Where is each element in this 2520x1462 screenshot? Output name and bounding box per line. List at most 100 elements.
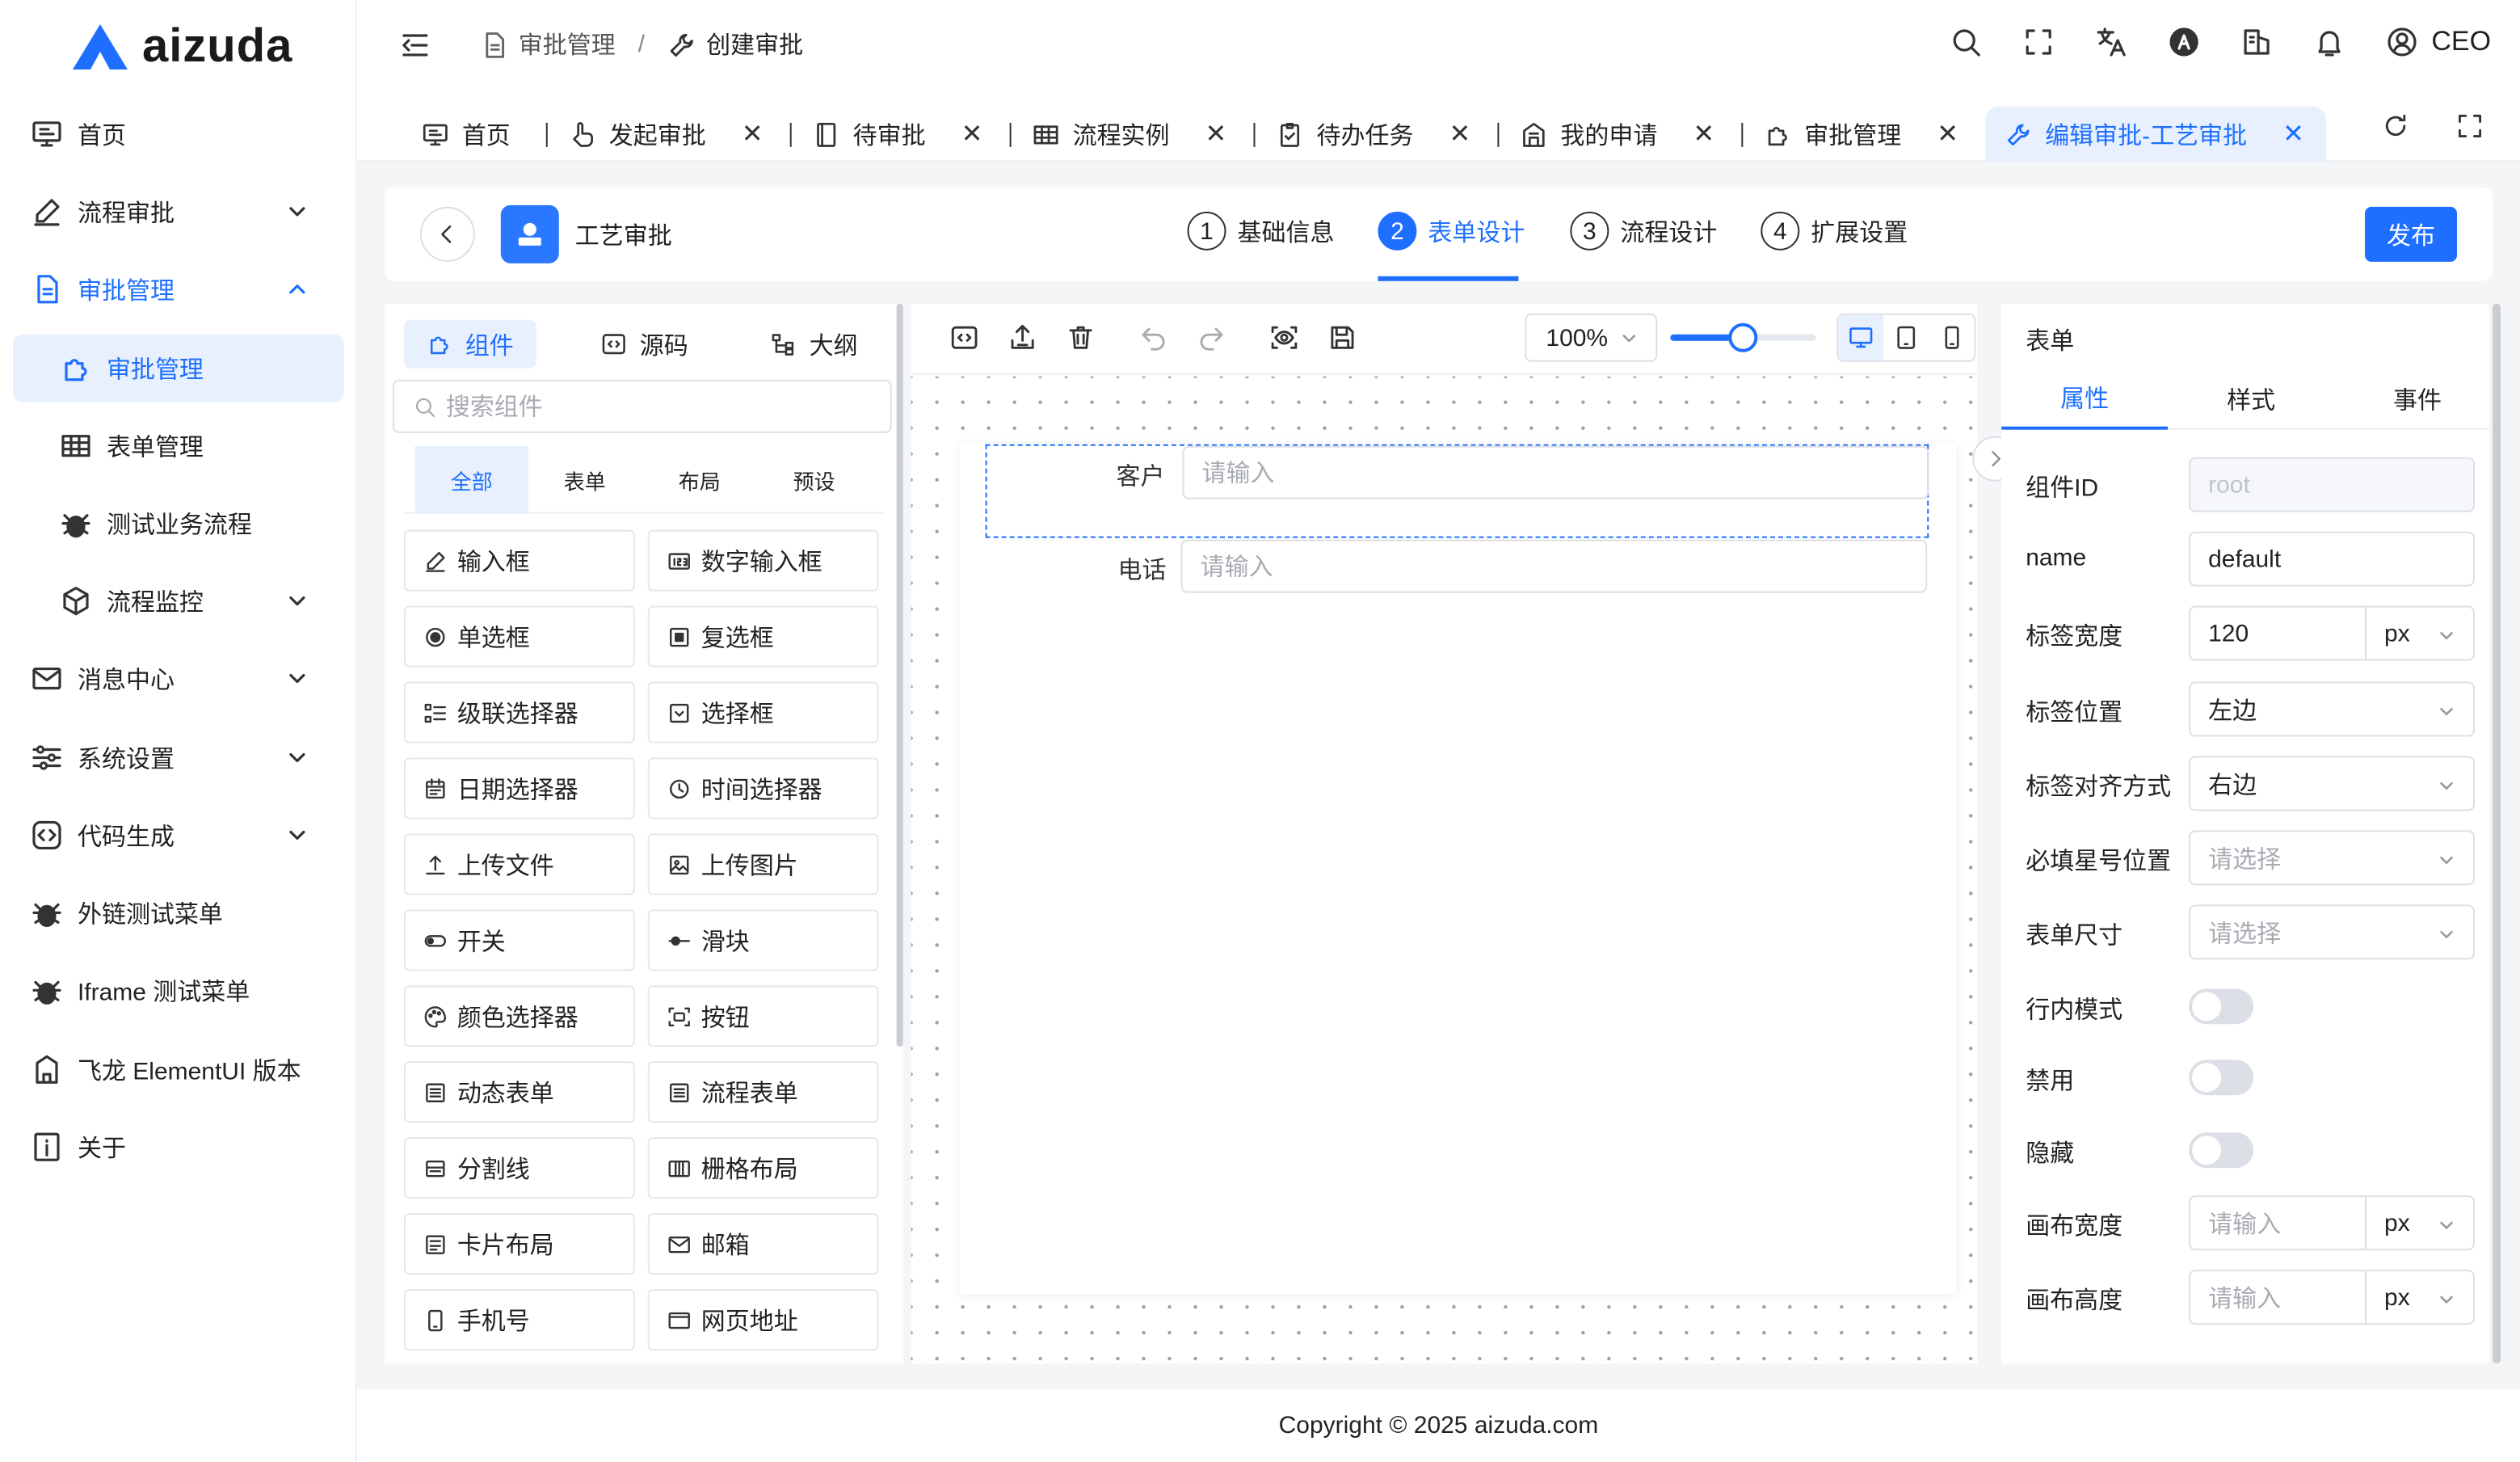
name-input[interactable]: default: [2189, 531, 2476, 587]
bell-icon[interactable]: [2313, 26, 2345, 58]
category-form[interactable]: 表单: [528, 446, 642, 514]
sidebar-item-process-approval[interactable]: 流程审批: [13, 178, 344, 246]
translate-icon[interactable]: [2095, 26, 2127, 58]
refresh-button[interactable]: [2381, 112, 2410, 141]
component-grid-layout[interactable]: 栅格布局: [647, 1137, 879, 1199]
component-time-picker[interactable]: 时间选择器: [647, 757, 879, 819]
sidebar-item-feilong-elementui[interactable]: 飞龙 ElementUI 版本: [13, 1035, 344, 1103]
tab-start-approval[interactable]: 发起审批 ✕: [549, 107, 783, 162]
layout-icon[interactable]: [2240, 26, 2273, 58]
device-desktop-button[interactable]: [1838, 314, 1884, 360]
properties-scrollbar[interactable]: [2493, 303, 2501, 1364]
sidebar-item-iframe-test[interactable]: Iframe 测试菜单: [13, 956, 344, 1024]
tab-style[interactable]: 样式: [2168, 369, 2334, 430]
tab-pending-approval[interactable]: 待审批 ✕: [793, 107, 1003, 162]
component-process-form[interactable]: 流程表单: [647, 1061, 879, 1123]
back-button[interactable]: [419, 206, 475, 262]
close-icon[interactable]: ✕: [2282, 118, 2304, 150]
tab-approval-management[interactable]: 审批管理 ✕: [1744, 107, 1978, 162]
tab-my-applications[interactable]: 我的申请 ✕: [1500, 107, 1734, 162]
preview-code-button[interactable]: [950, 323, 979, 352]
canvas-width-unit-select[interactable]: px: [2365, 1195, 2476, 1251]
publish-button[interactable]: 发布: [2365, 206, 2458, 262]
canvas-height-input[interactable]: 请输入: [2189, 1270, 2367, 1325]
sidebar-item-process-monitor[interactable]: 流程监控: [13, 567, 344, 635]
component-input[interactable]: 输入框: [403, 529, 635, 592]
zoom-slider-handle[interactable]: [1728, 322, 1758, 352]
zoom-slider[interactable]: [1670, 322, 1816, 352]
category-layout[interactable]: 布局: [643, 446, 756, 514]
tab-source[interactable]: 源码: [578, 320, 711, 369]
tab-fullscreen-button[interactable]: [2455, 112, 2484, 141]
step-process-design[interactable]: 3 流程设计: [1570, 211, 1717, 251]
device-tablet-button[interactable]: [1883, 315, 1929, 360]
user-menu[interactable]: CEO: [2386, 26, 2491, 58]
required-star-select[interactable]: 请选择: [2189, 830, 2476, 886]
tab-events[interactable]: 事件: [2334, 369, 2501, 430]
sidebar-item-external-link-test[interactable]: 外链测试菜单: [13, 878, 344, 946]
sidebar-item-code-generation[interactable]: 代码生成: [13, 801, 344, 869]
tab-attributes[interactable]: 属性: [2001, 369, 2169, 430]
canvas-height-unit-select[interactable]: px: [2365, 1270, 2476, 1325]
close-icon[interactable]: ✕: [742, 118, 764, 150]
label-position-select[interactable]: 左边: [2189, 681, 2476, 737]
form-field-phone[interactable]: 电话 请输入: [986, 539, 1929, 634]
undo-button[interactable]: [1139, 323, 1168, 352]
zoom-select[interactable]: 100%: [1525, 313, 1658, 362]
tab-process-instances[interactable]: 流程实例 ✕: [1013, 107, 1247, 162]
category-all[interactable]: 全部: [414, 445, 528, 514]
sidebar-item-home[interactable]: 首页: [13, 100, 344, 168]
component-divider[interactable]: 分割线: [403, 1137, 635, 1199]
menu-fold-button[interactable]: [399, 29, 431, 61]
component-panel-scrollbar[interactable]: [896, 303, 903, 1047]
sidebar-item-approval-management[interactable]: 审批管理: [13, 255, 344, 323]
component-dynamic-form[interactable]: 动态表单: [403, 1061, 635, 1123]
form-size-select[interactable]: 请选择: [2189, 904, 2476, 960]
component-checkbox[interactable]: 复选框: [647, 605, 879, 668]
component-slider[interactable]: 滑块: [647, 909, 879, 971]
component-card-layout[interactable]: 卡片布局: [403, 1213, 635, 1275]
component-color-picker[interactable]: 颜色选择器: [403, 985, 635, 1047]
close-icon[interactable]: ✕: [1693, 118, 1714, 150]
component-select[interactable]: 选择框: [647, 681, 879, 744]
canvas-area[interactable]: 客户 请输入 电话 请输入: [911, 376, 1978, 1439]
device-mobile-button[interactable]: [1929, 315, 1974, 360]
component-email[interactable]: 邮箱: [647, 1213, 879, 1275]
sidebar-item-about[interactable]: 关于: [13, 1113, 344, 1181]
component-web-url[interactable]: 网页地址: [647, 1289, 879, 1351]
breadcrumb-item[interactable]: 审批管理: [519, 27, 616, 61]
logo[interactable]: aizuda: [71, 19, 292, 74]
hidden-toggle[interactable]: [2189, 1132, 2254, 1169]
category-preset[interactable]: 预设: [758, 446, 871, 514]
form-field-customer[interactable]: 客户 请输入: [985, 444, 1929, 538]
step-basic-info[interactable]: 1 基础信息: [1187, 211, 1335, 251]
tab-components[interactable]: 组件: [403, 319, 536, 369]
close-icon[interactable]: ✕: [1937, 118, 1958, 150]
component-cascader[interactable]: 级联选择器: [403, 681, 635, 744]
label-align-select[interactable]: 右边: [2189, 756, 2476, 811]
save-button[interactable]: [1327, 323, 1357, 352]
tab-home[interactable]: 首页: [402, 107, 530, 162]
clear-button[interactable]: [1066, 323, 1096, 352]
component-search-input[interactable]: 搜索组件: [392, 379, 892, 433]
label-width-unit-select[interactable]: px: [2365, 605, 2476, 661]
component-button[interactable]: 按钮: [647, 985, 879, 1047]
sidebar-item-approval-management-sub[interactable]: 审批管理: [12, 334, 344, 402]
sidebar-item-form-management[interactable]: 表单管理: [13, 412, 344, 480]
tab-outline[interactable]: 大纲: [748, 320, 881, 369]
close-icon[interactable]: ✕: [1449, 118, 1470, 150]
sidebar-item-message-center[interactable]: 消息中心: [13, 645, 344, 713]
disabled-toggle[interactable]: [2189, 1060, 2254, 1096]
tab-edit-approval[interactable]: 编辑审批-工艺审批 ✕: [1985, 106, 2327, 162]
close-icon[interactable]: ✕: [1205, 118, 1227, 150]
component-date-picker[interactable]: 日期选择器: [403, 757, 635, 819]
close-icon[interactable]: ✕: [961, 118, 983, 150]
sidebar-item-test-business-process[interactable]: 测试业务流程: [13, 490, 344, 558]
component-radio[interactable]: 单选框: [403, 605, 635, 668]
step-extended-settings[interactable]: 4 扩展设置: [1761, 211, 1908, 251]
component-upload-image[interactable]: 上传图片: [647, 833, 879, 895]
preview-button[interactable]: [1269, 323, 1298, 352]
component-number-input[interactable]: 数字输入框: [647, 529, 879, 592]
customer-input[interactable]: 请输入: [1182, 445, 1929, 499]
label-width-input[interactable]: 120: [2189, 605, 2367, 661]
